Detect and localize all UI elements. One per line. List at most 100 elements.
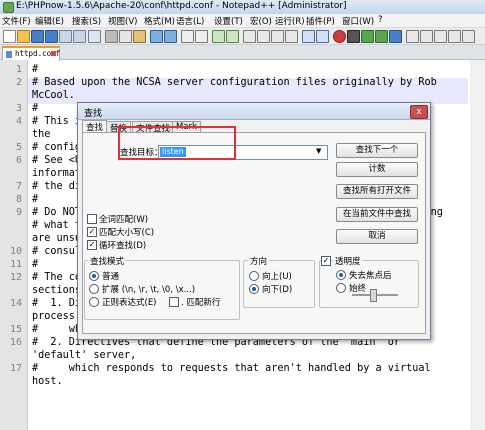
menu-help[interactable]: ? [378, 15, 383, 25]
dialog-close-button[interactable]: x [410, 105, 428, 119]
wrap-around-checkbox[interactable]: ✓ [87, 240, 97, 250]
save-all-icon[interactable] [45, 30, 58, 43]
extra-tool-icon[interactable] [434, 30, 447, 43]
paste-icon[interactable] [133, 30, 146, 43]
redo-icon[interactable] [164, 30, 177, 43]
extra-tool-icon[interactable] [448, 30, 461, 43]
code-line: # [32, 103, 39, 114]
line-number: 12 [9, 272, 22, 283]
line-number: 7 [15, 181, 22, 192]
menu-macro[interactable]: 宏(O) [250, 15, 272, 27]
dot-matches-newline-checkbox[interactable] [169, 297, 179, 307]
toolbar [0, 28, 485, 45]
transparency-group [319, 260, 419, 308]
direction-down-label: 向下(D) [262, 285, 293, 295]
dot-matches-newline-label: . 匹配新行 [181, 298, 221, 308]
menu-view[interactable]: 视图(V) [108, 15, 137, 27]
extra-tool-icon[interactable] [462, 30, 475, 43]
print-icon[interactable] [88, 30, 101, 43]
direction-down-radio[interactable] [249, 284, 259, 294]
line-number: 6 [15, 155, 22, 166]
line-number: 8 [15, 194, 22, 205]
transparency-checkbox[interactable]: ✓ [321, 256, 331, 266]
doc-map-icon[interactable] [302, 30, 315, 43]
mode-normal-radio[interactable] [89, 271, 99, 281]
highlight-annotation-box [118, 126, 236, 160]
line-number: 15 [9, 324, 22, 335]
count-button[interactable]: 计数 [336, 162, 418, 177]
code-line: # [32, 259, 39, 270]
find-all-in-open-files-button[interactable]: 查找所有打开文件 [336, 184, 418, 199]
transparency-always-radio[interactable] [336, 283, 346, 293]
save-macro-icon[interactable] [389, 30, 402, 43]
whole-word-label: 全词匹配(W) [99, 215, 149, 225]
save-icon[interactable] [31, 30, 44, 43]
copy-icon[interactable] [119, 30, 132, 43]
menu-search[interactable]: 搜索(S) [72, 15, 101, 27]
whole-word-checkbox[interactable] [87, 214, 97, 224]
match-case-checkbox[interactable]: ✓ [87, 227, 97, 237]
new-file-icon[interactable] [3, 30, 16, 43]
menu-file[interactable]: 文件(F) [2, 15, 31, 27]
find-icon[interactable] [181, 30, 194, 43]
code-line: # [32, 194, 39, 205]
play-macro-multiple-icon[interactable] [375, 30, 388, 43]
open-file-icon[interactable] [17, 30, 30, 43]
transparency-slider-thumb[interactable] [370, 289, 377, 302]
play-macro-icon[interactable] [361, 30, 374, 43]
code-line: # [32, 64, 39, 75]
tab-httpd-conf[interactable]: httpd.conf [2, 46, 60, 61]
show-all-chars-icon[interactable] [271, 30, 284, 43]
title-bar: E:\PHPnow-1.5.6\Apache-20\conf\httpd.con… [0, 0, 485, 15]
menu-settings[interactable]: 设置(T) [214, 15, 243, 27]
code-line: # Based upon the NCSA server configurati… [32, 77, 437, 88]
undo-icon[interactable] [150, 30, 163, 43]
line-number: 4 [15, 116, 22, 127]
transparency-on-lose-focus-radio[interactable] [336, 270, 346, 280]
find-all-in-current-file-button[interactable]: 在当前文件中查找 [336, 207, 418, 222]
find-dialog-title: 查找 [84, 109, 103, 119]
vertical-scrollbar[interactable] [470, 60, 485, 430]
mode-regex-radio[interactable] [89, 297, 99, 307]
function-list-icon[interactable] [316, 30, 329, 43]
tab-close-icon[interactable] [51, 51, 56, 56]
menu-window[interactable]: 窗口(W) [342, 15, 374, 27]
mode-extended-radio[interactable] [89, 284, 99, 294]
zoom-in-icon[interactable] [212, 30, 225, 43]
record-macro-icon[interactable] [333, 30, 346, 43]
menu-language[interactable]: 语言(L) [176, 15, 204, 27]
match-case-label: 匹配大小写(C) [99, 228, 155, 238]
menu-run[interactable]: 运行(R) [275, 15, 305, 27]
zoom-out-icon[interactable] [226, 30, 239, 43]
line-number: 3 [15, 103, 22, 114]
close-all-icon[interactable] [73, 30, 86, 43]
close-icon[interactable] [59, 30, 72, 43]
code-line: host. [32, 376, 63, 387]
replace-icon[interactable] [195, 30, 208, 43]
code-line: # which responds to requests that aren't… [32, 363, 431, 374]
stop-macro-icon[interactable] [347, 30, 360, 43]
notepadpp-app-icon [3, 2, 14, 13]
cut-icon[interactable] [105, 30, 118, 43]
chevron-down-icon[interactable]: ▼ [316, 147, 321, 155]
word-wrap-icon[interactable] [257, 30, 270, 43]
menu-edit[interactable]: 编辑(E) [35, 15, 64, 27]
line-number: 11 [9, 259, 22, 270]
sync-scroll-icon[interactable] [243, 30, 256, 43]
window-title: E:\PHPnow-1.5.6\Apache-20\conf\httpd.con… [16, 1, 347, 11]
direction-up-label: 向上(U) [262, 272, 292, 282]
mode-regex-label: 正则表达式(E) [102, 298, 157, 308]
menu-format[interactable]: 格式(M) [144, 15, 175, 27]
line-number: 10 [9, 246, 22, 257]
find-dialog-title-bar[interactable]: 查找 [78, 103, 430, 120]
cancel-button[interactable]: 取消 [336, 229, 418, 244]
extra-tool-icon[interactable] [420, 30, 433, 43]
line-number: 16 [9, 337, 22, 348]
transparency-always-label: 始终 [349, 284, 367, 294]
line-number: 17 [9, 363, 22, 374]
indent-guide-icon[interactable] [285, 30, 298, 43]
menu-plugins[interactable]: 插件(P) [306, 15, 335, 27]
extra-tool-icon[interactable] [406, 30, 419, 43]
find-next-button[interactable]: 查找下一个 [336, 143, 418, 158]
direction-up-radio[interactable] [249, 271, 259, 281]
